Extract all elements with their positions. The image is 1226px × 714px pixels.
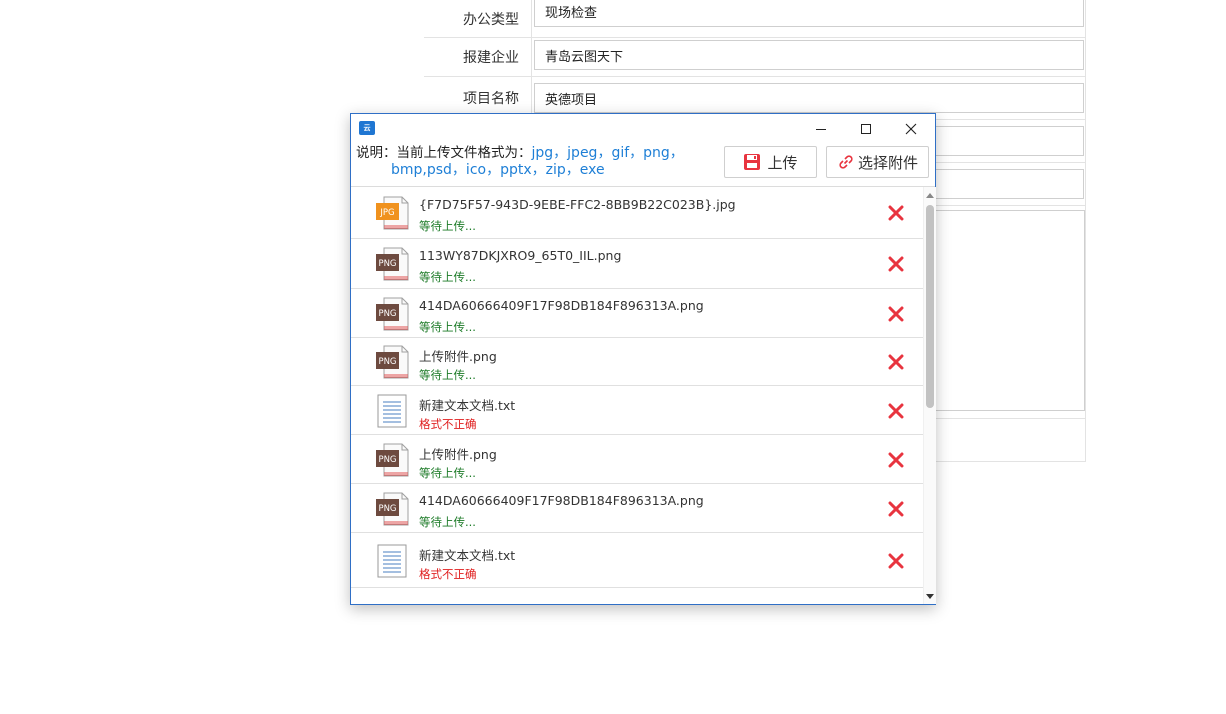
select-attachment-label: 选择附件 — [857, 153, 918, 172]
png-file-icon: PNG — [375, 491, 409, 527]
delete-file-button[interactable] — [887, 451, 905, 469]
delete-x-icon — [888, 256, 904, 272]
file-name: 新建文本文档.txt — [419, 548, 516, 563]
svg-text:JPG: JPG — [379, 208, 394, 218]
file-row: PNG 414DA60666409F17F98DB184F896313A.png 等… — [351, 289, 923, 338]
form-row-office-type: 办公类型 — [424, 0, 1086, 38]
minimize-button[interactable] — [801, 116, 841, 142]
file-status: 等待上传... — [419, 270, 476, 284]
link-icon — [839, 155, 853, 169]
png-file-icon: PNG — [375, 296, 409, 332]
file-status: 等待上传... — [419, 368, 476, 382]
form-border-right — [1085, 0, 1086, 462]
delete-file-button[interactable] — [887, 204, 905, 222]
delete-x-icon — [888, 354, 904, 370]
select-attachment-button[interactable]: 选择附件 — [826, 146, 929, 178]
format-info-prefix: 说明：当前上传文件格式为： — [356, 145, 532, 161]
delete-file-button[interactable] — [887, 255, 905, 273]
png-file-icon: PNG — [375, 246, 409, 282]
file-name: 414DA60666409F17F98DB184F896313A.png — [419, 493, 704, 508]
delete-file-button[interactable] — [887, 500, 905, 518]
file-name: 新建文本文档.txt — [419, 398, 516, 413]
file-status: 格式不正确 — [419, 567, 477, 581]
delete-x-icon — [888, 205, 904, 221]
delete-file-button[interactable] — [887, 353, 905, 371]
office-type-input[interactable] — [534, 0, 1084, 27]
upload-dialog: 云 说明：当前上传文件格式为：jpg，jpeg，gif，png， bmp,psd… — [350, 113, 936, 605]
file-status: 等待上传... — [419, 219, 476, 233]
file-row: PNG 上传附件.png 等待上传... — [351, 338, 923, 386]
form-label-office-type: 办公类型 — [424, 0, 532, 37]
file-name: 上传附件.png — [419, 447, 497, 462]
svg-text:PNG: PNG — [378, 309, 396, 319]
file-row: 新建文本文档.txt 格式不正确 — [351, 533, 923, 588]
file-row: PNG 113WY87DKJXRO9_65T0_IIL.png 等待上传... — [351, 239, 923, 289]
format-list-line2: bmp,psd，ico，pptx，zip，exe — [391, 162, 605, 178]
yuntu-logo-icon: 云 — [359, 121, 375, 135]
format-info: 说明：当前上传文件格式为：jpg，jpeg，gif，png， bmp,psd，i… — [356, 145, 716, 179]
close-button[interactable] — [891, 116, 931, 142]
maximize-button[interactable] — [846, 116, 886, 142]
project-name-input[interactable] — [534, 83, 1084, 113]
file-status: 等待上传... — [419, 320, 476, 334]
delete-x-icon — [888, 403, 904, 419]
file-name: 上传附件.png — [419, 349, 497, 364]
delete-x-icon — [888, 306, 904, 322]
scroll-up-arrow-icon[interactable] — [926, 193, 934, 198]
png-file-icon: PNG — [375, 344, 409, 380]
file-row: PNG 414DA60666409F17F98DB184F896313A.png 等… — [351, 484, 923, 533]
file-status: 等待上传... — [419, 466, 476, 480]
txt-file-icon — [375, 543, 409, 579]
upload-button-label: 上传 — [767, 153, 798, 172]
file-row: 新建文本文档.txt 格式不正确 — [351, 386, 923, 435]
file-status: 等待上传... — [419, 515, 476, 529]
dialog-titlebar[interactable]: 云 — [351, 114, 935, 144]
svg-text:PNG: PNG — [378, 259, 396, 269]
minimize-icon — [816, 129, 826, 130]
svg-text:PNG: PNG — [378, 504, 396, 514]
scroll-thumb[interactable] — [926, 205, 934, 408]
file-row: PNG 上传附件.png 等待上传... — [351, 435, 923, 484]
list-scrollbar[interactable] — [923, 187, 936, 604]
maximize-icon — [861, 124, 871, 134]
upload-button[interactable]: 上传 — [724, 146, 817, 178]
svg-text:PNG: PNG — [378, 455, 396, 465]
close-icon — [905, 123, 917, 135]
save-upload-icon — [744, 154, 761, 170]
txt-file-icon — [375, 393, 409, 429]
format-list-line1: jpg，jpeg，gif，png， — [531, 145, 684, 161]
file-list: JPG {F7D75F57-943D-9EBE-FFC2-8BB9B22C023B… — [351, 187, 923, 604]
png-file-icon: PNG — [375, 442, 409, 478]
delete-file-button[interactable] — [887, 552, 905, 570]
jpg-file-icon: JPG — [375, 195, 409, 231]
company-input[interactable] — [534, 40, 1084, 70]
form-row-company: 报建企业 — [424, 37, 1086, 77]
scroll-down-arrow-icon[interactable] — [926, 594, 934, 599]
file-name: {F7D75F57-943D-9EBE-FFC2-8BB9B22C023B}.j… — [419, 197, 736, 212]
form-label-company: 报建企业 — [424, 37, 532, 76]
delete-file-button[interactable] — [887, 402, 905, 420]
delete-x-icon — [888, 452, 904, 468]
file-name: 113WY87DKJXRO9_65T0_IIL.png — [419, 248, 622, 263]
file-status: 格式不正确 — [419, 417, 477, 431]
delete-file-button[interactable] — [887, 305, 905, 323]
svg-text:PNG: PNG — [378, 357, 396, 367]
file-name: 414DA60666409F17F98DB184F896313A.png — [419, 298, 704, 313]
delete-x-icon — [888, 553, 904, 569]
delete-x-icon — [888, 501, 904, 517]
file-row: JPG {F7D75F57-943D-9EBE-FFC2-8BB9B22C023B… — [351, 187, 923, 239]
